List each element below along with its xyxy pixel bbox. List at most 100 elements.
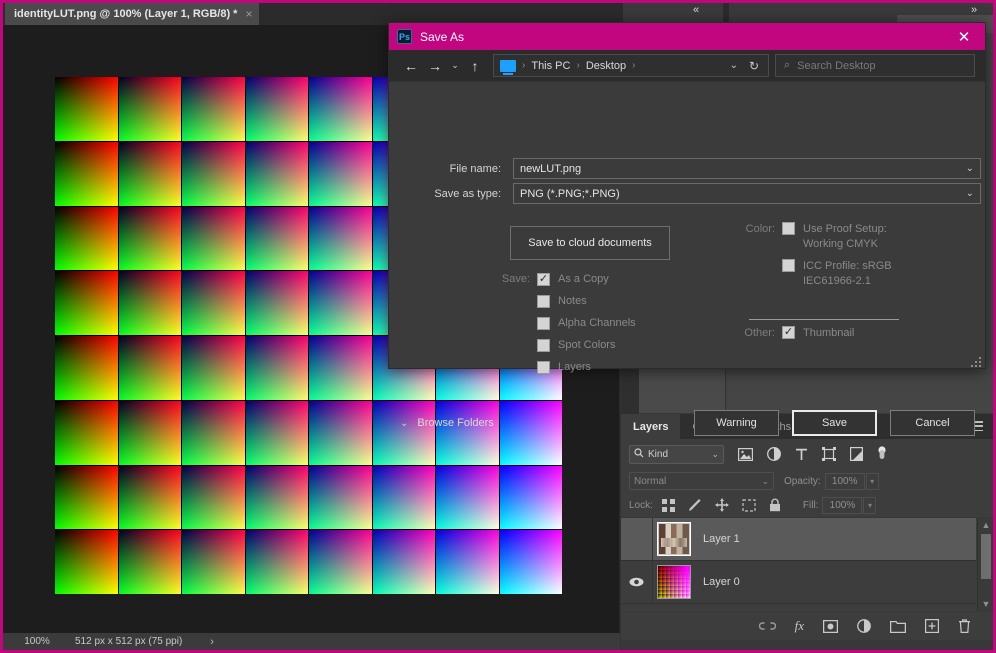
breadcrumb[interactable]: › This PC › Desktop › ⌄ ↻: [493, 54, 769, 77]
computer-icon: [500, 59, 516, 75]
breadcrumb-item-this-pc[interactable]: This PC: [531, 60, 570, 72]
add-layer-style-icon[interactable]: fx: [795, 618, 804, 634]
shape-layer-icon[interactable]: [822, 447, 836, 461]
layer-name[interactable]: Layer 1: [703, 533, 740, 545]
blend-mode-select[interactable]: Normal ⌄: [629, 472, 774, 490]
type-layer-icon[interactable]: [795, 448, 808, 461]
pixel-layer-icon[interactable]: [738, 447, 753, 461]
scrollbar[interactable]: ▲ ▼: [977, 518, 993, 611]
save-option-alpha-channels[interactable]: Alpha Channels: [389, 312, 636, 334]
warning-button[interactable]: Warning: [694, 410, 779, 436]
new-group-icon[interactable]: [890, 620, 906, 633]
save-button[interactable]: Save: [792, 410, 877, 436]
layer-thumbnail[interactable]: [657, 522, 691, 556]
new-fill-adjustment-icon[interactable]: [857, 619, 871, 633]
lut-tile: [245, 400, 308, 465]
lock-transparent-pixels-icon[interactable]: [661, 498, 675, 512]
search-placeholder: Search Desktop: [797, 59, 876, 72]
tab-layers[interactable]: Layers: [621, 414, 681, 439]
color-option-text: Use Proof Setup: Working CMYK: [803, 222, 887, 252]
chevron-down-icon[interactable]: ⌄: [761, 476, 769, 487]
browse-folders-toggle[interactable]: ⌄ Browse Folders: [400, 417, 494, 429]
link-layers-icon[interactable]: [758, 621, 776, 631]
up-button[interactable]: ↑: [463, 55, 487, 77]
lock-artboard-nesting-icon[interactable]: [742, 498, 756, 512]
checkbox-use-proof-setup[interactable]: [782, 222, 795, 235]
checkbox-icc-profile[interactable]: [782, 259, 795, 272]
resize-grip[interactable]: [971, 357, 982, 368]
lock-all-icon[interactable]: [769, 498, 781, 512]
fill-stepper-icon[interactable]: ▾: [863, 496, 877, 514]
chevron-down-icon[interactable]: ⌄: [966, 188, 974, 199]
forward-button[interactable]: →: [423, 55, 447, 77]
layer-name[interactable]: Layer 0: [703, 576, 740, 588]
table-row[interactable]: Layer 0: [621, 560, 976, 604]
checkbox-as-a-copy[interactable]: ✓: [537, 272, 550, 286]
search-icon: ⌕: [784, 59, 791, 71]
file-name-field[interactable]: newLUT.png ⌄: [513, 158, 981, 179]
adjustment-layer-icon[interactable]: [767, 447, 781, 461]
layer-thumbnail[interactable]: [657, 565, 691, 599]
lock-position-icon[interactable]: [714, 498, 729, 512]
dialog-title-bar[interactable]: Ps Save As ✕: [389, 23, 985, 50]
close-icon[interactable]: ✕: [943, 23, 985, 50]
save-as-dialog[interactable]: Ps Save As ✕ ← → ⌄ ↑ › This PC › Desktop…: [388, 22, 986, 436]
checkbox-alpha-channels[interactable]: [537, 316, 550, 330]
chevron-right-icon[interactable]: ›: [210, 636, 214, 648]
layer-visibility-toggle[interactable]: [621, 560, 653, 604]
save-option-notes[interactable]: Notes: [389, 290, 636, 312]
smart-object-icon[interactable]: [850, 447, 863, 461]
color-option-use-proof-setup[interactable]: Color: Use Proof Setup: Working CMYK: [738, 222, 892, 252]
lut-tile-green-gradient: [309, 465, 372, 530]
table-row[interactable]: Layer 1: [621, 517, 976, 561]
fill-value[interactable]: 100%: [822, 496, 863, 514]
delete-layer-icon[interactable]: [958, 619, 971, 633]
layer-filter-kind-select[interactable]: Kind ⌄: [629, 444, 724, 464]
chevron-down-icon[interactable]: ⌄: [711, 449, 719, 460]
save-option-as-a-copy[interactable]: Save: ✓ As a Copy: [389, 268, 636, 290]
color-options-group: Color: Use Proof Setup: Working CMYK ICC…: [738, 222, 892, 289]
opacity-stepper-icon[interactable]: ▾: [865, 472, 879, 490]
new-layer-icon[interactable]: [925, 619, 939, 633]
lut-tile: [245, 336, 308, 400]
layer-visibility-toggle[interactable]: [621, 517, 653, 561]
color-option-icc-profile[interactable]: ICC Profile: sRGB IEC61966-2.1: [738, 259, 892, 289]
other-option-thumbnail[interactable]: Other: ✓ Thumbnail: [738, 326, 854, 341]
scroll-up-icon[interactable]: ▲: [978, 518, 993, 532]
recent-locations-button[interactable]: ⌄: [447, 55, 463, 77]
chevron-down-icon[interactable]: ⌄: [966, 163, 974, 174]
filter-toggle-icon[interactable]: [877, 446, 887, 462]
breadcrumb-item-desktop[interactable]: Desktop: [586, 60, 626, 72]
lock-image-pixels-icon[interactable]: [688, 498, 702, 512]
checkbox-notes[interactable]: [537, 294, 550, 308]
checkbox-thumbnail[interactable]: ✓: [782, 326, 795, 339]
add-layer-mask-icon[interactable]: [823, 619, 838, 633]
refresh-icon[interactable]: ↻: [749, 59, 759, 73]
checkbox-layers[interactable]: [537, 360, 550, 374]
save-option-spot-colors[interactable]: Spot Colors: [389, 334, 636, 356]
save-as-type-field[interactable]: PNG (*.PNG;*.PNG) ⌄: [513, 183, 981, 204]
back-button[interactable]: ←: [399, 55, 423, 77]
chevron-double-left-icon[interactable]: «: [693, 5, 699, 16]
opacity-value[interactable]: 100%: [824, 472, 865, 490]
lut-tile-green-gradient: [182, 530, 245, 594]
scrollbar-thumb[interactable]: [981, 534, 991, 579]
search-icon: [634, 447, 644, 461]
document-tab[interactable]: identityLUT.png @ 100% (Layer 1, RGB/8) …: [5, 3, 260, 25]
chevron-down-icon[interactable]: ⌄: [730, 60, 738, 71]
lut-tile: [309, 336, 372, 400]
save-option-layers[interactable]: Layers: [389, 356, 636, 378]
lut-tile-green-gradient: [245, 77, 308, 141]
cancel-button[interactable]: Cancel: [890, 410, 975, 436]
scroll-down-icon[interactable]: ▼: [978, 597, 993, 611]
close-icon[interactable]: ×: [245, 7, 252, 21]
lut-tile-green-gradient: [309, 530, 372, 594]
save-to-cloud-documents-button[interactable]: Save to cloud documents: [510, 226, 670, 260]
search-input[interactable]: ⌕ Search Desktop: [775, 54, 975, 77]
zoom-level[interactable]: 100%: [3, 636, 71, 647]
checkbox-spot-colors[interactable]: [537, 338, 550, 352]
lut-tile-green-gradient: [372, 530, 435, 594]
layers-panel: Layers Channels Paths Kind: [621, 414, 993, 650]
status-bar: 100% 512 px x 512 px (75 ppi) ›: [3, 633, 620, 650]
warning-button-label: Warning: [716, 417, 757, 429]
